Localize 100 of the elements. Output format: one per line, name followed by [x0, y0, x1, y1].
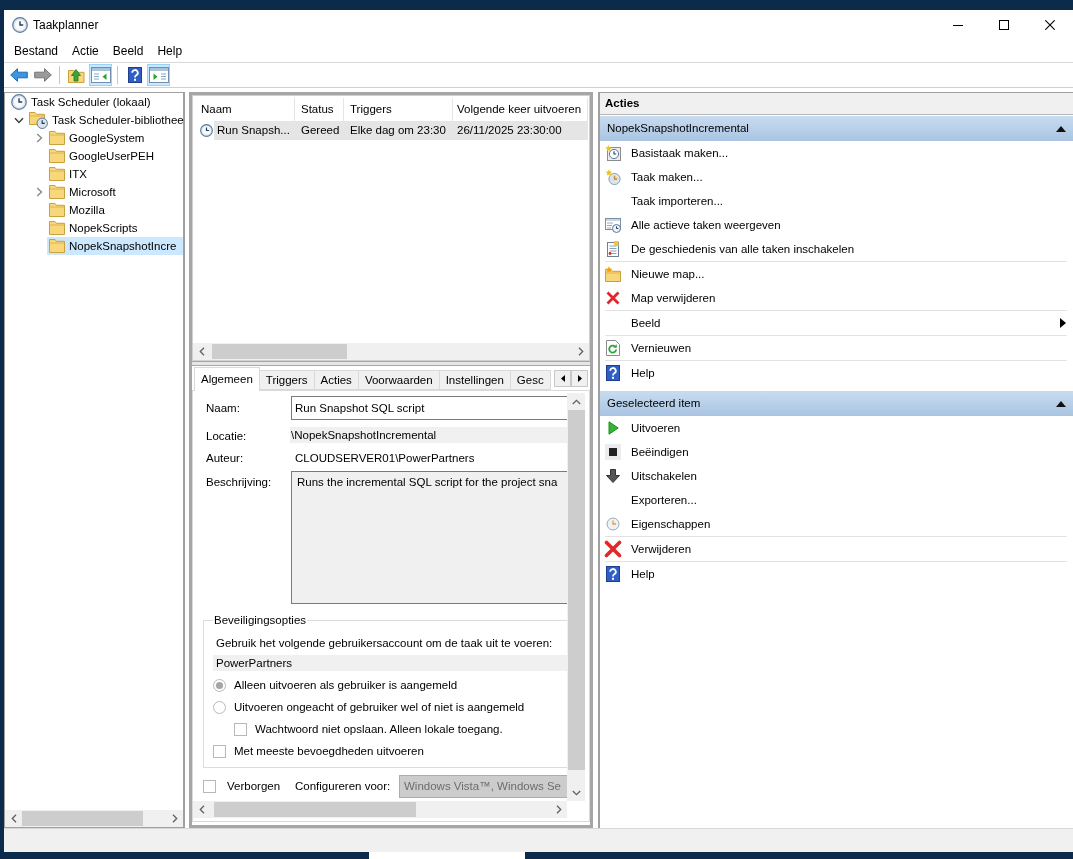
table-cell-text: Gereed — [300, 123, 341, 138]
horizontal-scrollbar[interactable] — [193, 801, 567, 818]
scroll-down-icon[interactable] — [571, 789, 581, 796]
notepad-icon — [605, 241, 621, 257]
action-item[interactable]: Exporteren... — [600, 488, 1073, 512]
tree-item[interactable]: Task Scheduler (lokaal) — [9, 93, 151, 111]
action-item[interactable]: Nieuwe map... — [600, 262, 1073, 286]
field-label: Naam: — [206, 400, 241, 416]
maximize-icon — [999, 20, 1009, 30]
scroll-up-icon[interactable] — [571, 398, 581, 405]
tab[interactable]: Algemeen — [194, 367, 260, 391]
tab[interactable]: Gesc — [510, 370, 551, 390]
chevron-right-icon[interactable] — [35, 133, 43, 143]
help-icon — [127, 67, 142, 83]
action-item[interactable]: Help — [600, 361, 1073, 385]
arrow-down-icon — [606, 469, 620, 483]
scrollbar-thumb[interactable] — [214, 802, 416, 817]
scroll-left-icon[interactable] — [198, 347, 205, 356]
folder-icon — [49, 239, 65, 253]
action-item[interactable]: Taak maken... — [600, 165, 1073, 189]
option-label: Alleen uitvoeren als gebruiker is aangemeld — [234, 677, 458, 693]
horizontal-scrollbar[interactable] — [193, 343, 589, 360]
checkbox[interactable] — [213, 744, 226, 758]
menu-item[interactable]: Help — [150, 41, 190, 61]
action-item[interactable]: Alle actieve taken weergeven — [600, 213, 1073, 237]
clock-icon — [200, 124, 213, 137]
window-title: Taakplanner — [33, 17, 99, 33]
table-cell-text: Run Snapsh... — [216, 123, 291, 138]
field-label: Locatie: — [206, 429, 248, 444]
folder-icon — [49, 185, 65, 199]
tree-item[interactable]: Mozilla — [47, 201, 105, 219]
menu-item[interactable]: Actie — [65, 41, 106, 61]
checkbox[interactable] — [234, 722, 247, 736]
tree-item[interactable]: NopekScripts — [47, 219, 138, 237]
description-field[interactable]: Runs the incremental SQL script for the project sna — [291, 471, 567, 604]
scrollbar-thumb[interactable] — [212, 344, 347, 359]
action-item[interactable]: Verwijderen — [600, 537, 1073, 561]
name-field[interactable]: Run Snapshot SQL script — [291, 396, 567, 420]
group-title: Beveiligingsopties — [213, 613, 308, 628]
section-header[interactable]: NopekSnapshotIncremental — [600, 116, 1073, 141]
location-value: \NopekSnapshotIncremental — [290, 427, 567, 443]
console-tree-toggle[interactable] — [89, 64, 112, 86]
action-item[interactable]: Taak importeren... — [600, 189, 1073, 213]
action-item[interactable]: Uitvoeren — [600, 416, 1073, 440]
panel-left-icon — [90, 67, 111, 83]
folder-icon — [49, 167, 65, 181]
stop-icon — [605, 444, 621, 460]
action-item[interactable]: Basistaak maken... — [600, 141, 1073, 165]
tree-item[interactable]: Microsoft — [47, 183, 116, 201]
action-item[interactable]: De geschiedenis van alle taken inschakelen — [600, 237, 1073, 261]
tab[interactable]: Voorwaarden — [358, 370, 440, 390]
section-header[interactable]: Geselecteerd item — [600, 391, 1073, 416]
scroll-right-icon[interactable] — [577, 347, 584, 356]
scroll-left-icon[interactable] — [198, 805, 205, 814]
refresh-icon — [606, 340, 620, 356]
action-item[interactable]: Uitschakelen — [600, 464, 1073, 488]
clock-icon — [606, 517, 620, 531]
play-icon — [607, 421, 619, 435]
menu-item[interactable]: Beeld — [105, 41, 151, 61]
action-item[interactable]: Map verwijderen — [600, 286, 1073, 310]
radio-button[interactable] — [213, 700, 226, 714]
tab-scroll-left-button[interactable] — [554, 370, 571, 387]
tree-item[interactable]: Task Scheduler-bibliothee — [27, 111, 184, 129]
action-item[interactable]: Vernieuwen — [600, 336, 1073, 360]
help-icon — [606, 365, 620, 381]
tab[interactable]: Instellingen — [439, 370, 511, 390]
action-item[interactable]: Beëindigen — [600, 440, 1073, 464]
option-label: Uitvoeren ongeacht of gebruiker wel of niet is aangemeld — [234, 699, 525, 715]
panel-title: Acties — [600, 93, 1073, 115]
tree-item[interactable]: ITX — [47, 165, 87, 183]
tree-item[interactable]: GoogleUserPEH — [47, 147, 154, 165]
radio-button[interactable] — [213, 678, 226, 692]
chevron-down-icon[interactable] — [14, 116, 24, 124]
action-item[interactable]: Beeld — [600, 311, 1073, 335]
tree-item[interactable]: GoogleSystem — [47, 129, 145, 147]
checkbox[interactable] — [203, 780, 216, 793]
arrow-right-icon — [33, 68, 52, 82]
field-label: Beschrijving: — [206, 475, 273, 490]
chevron-right-icon[interactable] — [35, 187, 43, 197]
folder-icon — [49, 131, 65, 145]
action-item[interactable]: Help — [600, 562, 1073, 586]
tab[interactable]: Triggers — [259, 370, 315, 390]
field-label: Configureren voor: — [295, 779, 392, 794]
close-icon — [1045, 20, 1055, 30]
arrow-left-icon — [9, 68, 28, 82]
submenu-arrow-icon — [1060, 318, 1066, 328]
field-label: Auteur: — [206, 450, 245, 466]
scroll-right-icon[interactable] — [555, 805, 562, 814]
tab[interactable]: Acties — [314, 370, 359, 390]
tree-item[interactable]: NopekSnapshotIncre — [47, 237, 183, 255]
horizontal-scrollbar[interactable] — [5, 810, 183, 827]
scroll-left-icon[interactable] — [10, 814, 17, 823]
menu-item[interactable]: Bestand — [7, 41, 66, 61]
window-clock-icon — [605, 217, 621, 233]
action-item[interactable]: Eigenschappen — [600, 512, 1073, 536]
scroll-right-icon[interactable] — [171, 814, 178, 823]
folder-star-icon — [605, 266, 621, 282]
tab-scroll-right-button[interactable] — [571, 370, 588, 387]
scrollbar-thumb[interactable] — [22, 811, 143, 826]
action-pane-toggle[interactable] — [147, 64, 170, 86]
